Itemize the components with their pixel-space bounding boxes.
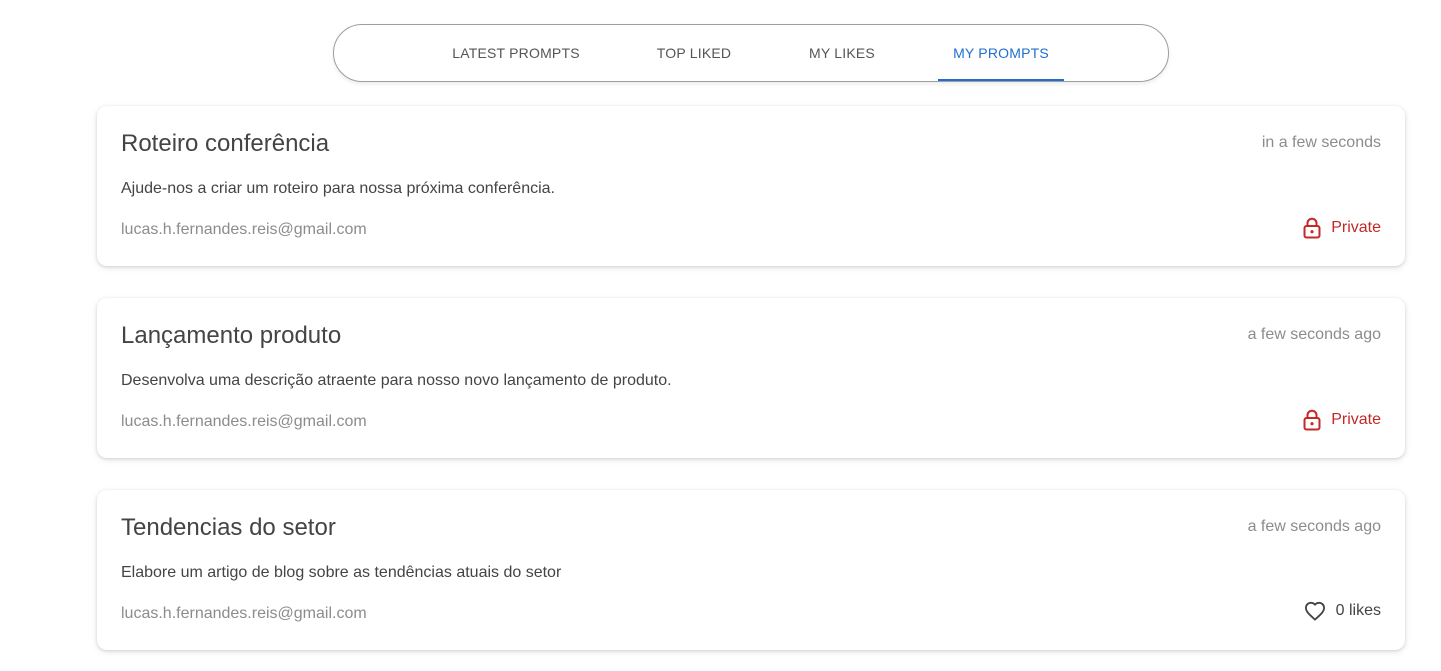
prompt-card[interactable]: Lançamento produto a few seconds ago Des… [97, 298, 1405, 458]
status-label: Private [1331, 411, 1381, 428]
likes-count: 0 likes [1335, 602, 1381, 619]
tab-latest-prompts[interactable]: LATEST PROMPTS [438, 25, 594, 81]
prompt-title: Roteiro conferência [121, 130, 330, 157]
prompt-card[interactable]: Roteiro conferência in a few seconds Aju… [97, 106, 1405, 266]
like-button[interactable]: 0 likes [1304, 601, 1381, 621]
prompt-author: lucas.h.fernandes.reis@gmail.com [121, 605, 367, 622]
prompt-timestamp: in a few seconds [1261, 134, 1381, 151]
private-badge[interactable]: Private [1303, 217, 1381, 239]
lock-icon [1303, 409, 1321, 431]
prompt-description: Desenvolva uma descrição atraente para n… [121, 372, 672, 389]
prompt-description: Ajude-nos a criar um roteiro para nossa … [121, 180, 555, 197]
prompt-author: lucas.h.fernandes.reis@gmail.com [121, 221, 367, 238]
prompt-description: Elabore um artigo de blog sobre as tendê… [121, 564, 562, 581]
prompt-title: Lançamento produto [121, 322, 342, 349]
status-label: Private [1331, 219, 1381, 236]
prompt-timestamp: a few seconds ago [1247, 326, 1381, 343]
lock-icon [1303, 217, 1321, 239]
private-badge[interactable]: Private [1303, 409, 1381, 431]
tab-top-liked[interactable]: TOP LIKED [630, 25, 758, 81]
prompt-card[interactable]: Tendencias do setor a few seconds ago El… [97, 490, 1405, 650]
tab-my-likes[interactable]: MY LIKES [794, 25, 890, 81]
tab-my-prompts[interactable]: MY PROMPTS [938, 25, 1064, 81]
prompt-title: Tendencias do setor [121, 514, 336, 541]
prompt-tabs: LATEST PROMPTS TOP LIKED MY LIKES MY PRO… [333, 24, 1169, 82]
prompt-author: lucas.h.fernandes.reis@gmail.com [121, 413, 367, 430]
heart-icon [1304, 601, 1326, 621]
prompt-timestamp: a few seconds ago [1247, 518, 1381, 535]
